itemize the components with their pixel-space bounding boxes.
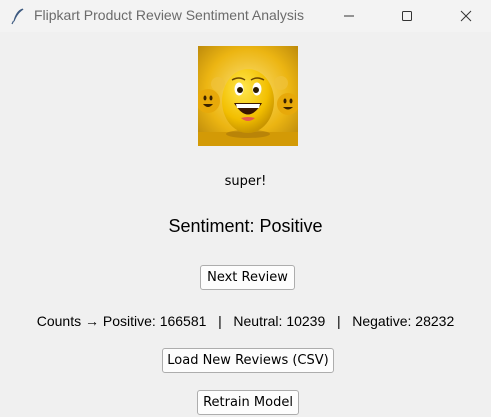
minimize-button[interactable] [326,0,372,32]
next-review-button[interactable]: Next Review [200,265,295,290]
sentiment-label: Sentiment: Positive [168,216,323,236]
sentiment-image [198,46,298,146]
neutral-count-value: 10239 [286,313,326,329]
maximize-icon [402,11,412,21]
positive-count-label: Positive: [102,313,156,329]
title-bar: Flipkart Product Review Sentiment Analys… [0,0,491,32]
counts-summary: Counts → Positive: 166581 | Neutral: 102… [0,313,491,329]
close-button[interactable] [443,0,489,32]
window-title: Flipkart Product Review Sentiment Analys… [34,7,304,23]
counts-prefix: Counts → [36,313,99,329]
close-icon [460,10,472,22]
load-reviews-button[interactable]: Load New Reviews (CSV) [162,348,334,373]
negative-count-value: 28232 [415,313,455,329]
positive-count-value: 166581 [159,313,207,329]
neutral-count-label: Neutral: [233,313,283,329]
review-text: super! [224,174,267,189]
negative-count-label: Negative: [352,313,412,329]
happy-emoji-image [198,46,298,146]
maximize-button[interactable] [384,0,430,32]
minimize-icon [344,15,354,17]
feather-icon [11,8,24,25]
retrain-model-button[interactable]: Retrain Model [197,390,299,415]
